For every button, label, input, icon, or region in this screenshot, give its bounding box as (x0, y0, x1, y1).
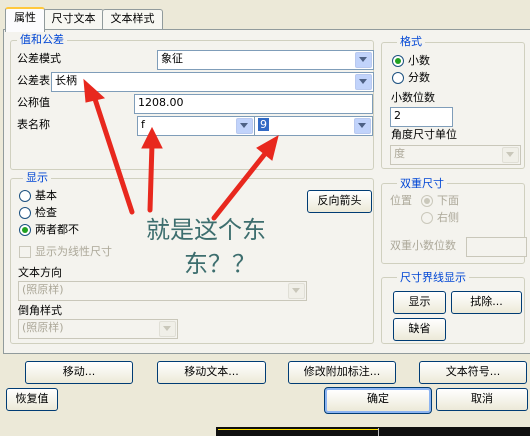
tab-label: 属性 (14, 11, 36, 24)
move-button[interactable]: 移动... (25, 361, 133, 384)
ok-button[interactable]: 确定 (324, 387, 432, 414)
viewport-line (378, 428, 379, 436)
restore-button[interactable]: 恢复值 (6, 388, 58, 411)
arrow-to-table-name-1 (147, 141, 155, 213)
annotation-line-1: 就是这个东 (146, 216, 266, 244)
arrow-to-table-name-2 (211, 147, 271, 221)
annotation-line-2: 东？？ (184, 250, 256, 278)
cancel-button[interactable]: 取消 (436, 388, 528, 411)
tab-properties[interactable]: 属性 (5, 7, 45, 32)
text-symbol-button[interactable]: 文本符号... (419, 361, 527, 384)
viewport-line (218, 429, 378, 430)
move-text-button[interactable]: 移动文本... (157, 361, 266, 384)
arrow-to-tolerance-table (91, 93, 135, 215)
arrowhead-icon (83, 78, 106, 103)
modify-attached-note-button[interactable]: 修改附加标注... (288, 361, 396, 384)
arrowhead-icon (141, 126, 163, 149)
